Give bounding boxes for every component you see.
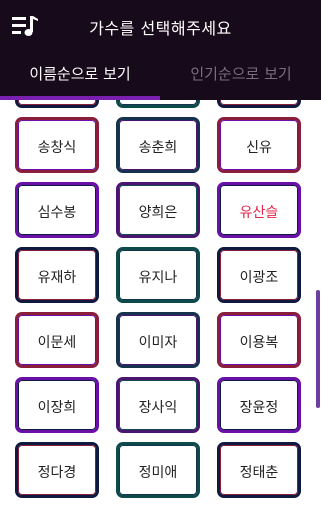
scrollbar-thumb[interactable] xyxy=(316,290,320,408)
singer-button[interactable]: 이용복 xyxy=(217,312,301,368)
tab-sort-by-name[interactable]: 이름순으로 보기 xyxy=(0,52,160,96)
singer-grid[interactable]: 송창식 송춘희 신유심수봉 양희은 유산슬유재하 유지나 이광조이문세 이미자 이용복이장희 장사… xyxy=(0,100,321,512)
singer-button[interactable]: 심수봉 xyxy=(15,182,99,238)
singer-button[interactable]: 양희은 xyxy=(116,182,200,238)
singer-button[interactable]: 송춘희 xyxy=(116,117,200,173)
singer-button[interactable]: 이광조 xyxy=(217,247,301,303)
singer-button[interactable] xyxy=(15,100,99,108)
singer-button[interactable] xyxy=(116,100,200,108)
singer-button[interactable]: 정태춘 xyxy=(217,442,301,498)
singer-button[interactable]: 유산슬 xyxy=(217,182,301,238)
singer-button[interactable]: 장윤정 xyxy=(217,377,301,433)
singer-button[interactable]: 정다경 xyxy=(15,442,99,498)
singer-button[interactable]: 이장희 xyxy=(15,377,99,433)
singer-button[interactable]: 송창식 xyxy=(15,117,99,173)
singer-button[interactable] xyxy=(217,100,301,108)
singer-button[interactable]: 이문세 xyxy=(15,312,99,368)
singer-button[interactable]: 이미자 xyxy=(116,312,200,368)
singer-button[interactable]: 유재하 xyxy=(15,247,99,303)
singer-button[interactable]: 신유 xyxy=(217,117,301,173)
singer-button[interactable]: 정미애 xyxy=(116,442,200,498)
tab-sort-by-popularity[interactable]: 인기순으로 보기 xyxy=(161,52,321,96)
singer-button[interactable]: 장사익 xyxy=(116,377,200,433)
page-title: 가수를 선택해주세요 xyxy=(89,19,232,38)
app-header: 가수를 선택해주세요 xyxy=(0,0,321,52)
tab-bar: 이름순으로 보기 인기순으로 보기 xyxy=(0,52,321,100)
singer-button[interactable]: 유지나 xyxy=(116,247,200,303)
